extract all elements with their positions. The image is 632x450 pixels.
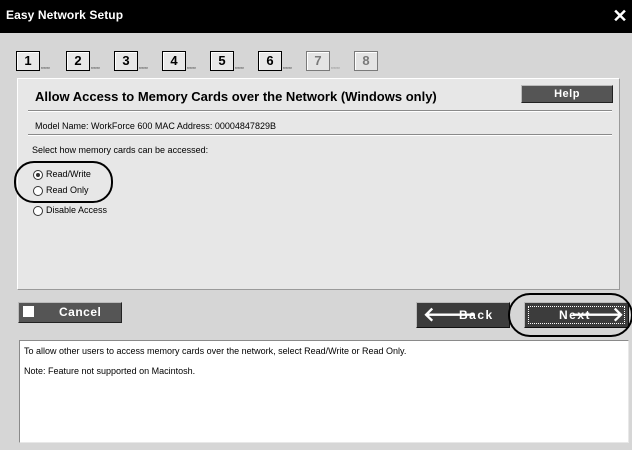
- divider: [28, 134, 612, 136]
- step-7: 7: [306, 51, 330, 71]
- step-3: 3: [114, 51, 138, 71]
- step-2: 2: [66, 51, 90, 71]
- divider: [28, 110, 612, 112]
- step-5: 5: [210, 51, 234, 71]
- cancel-button[interactable]: Cancel: [18, 302, 122, 323]
- setup-window: Easy Network Setup ✕ 1 ▫▫▫ 2 ▫▫▫ 3 ▫▫▫ 4…: [0, 0, 632, 450]
- step-4-dots: ▫▫▫: [187, 65, 196, 72]
- step-8: 8: [354, 51, 378, 71]
- radio-label: Disable Access: [46, 205, 108, 215]
- window-title: Easy Network Setup: [6, 8, 124, 22]
- cancel-checkbox-icon: [23, 306, 34, 317]
- note-text: Note: Feature not supported on Macintosh…: [24, 366, 196, 376]
- description-box: To allow other users to access memory ca…: [19, 340, 629, 443]
- title-bar: Easy Network Setup ✕: [0, 0, 632, 33]
- back-button[interactable]: 🡐 Back: [416, 302, 510, 328]
- highlight-oval-options: [14, 161, 113, 203]
- help-button[interactable]: Help: [521, 85, 613, 103]
- step-1-dots: ▫▫▫: [41, 65, 50, 72]
- description-text: To allow other users to access memory ca…: [24, 346, 407, 356]
- back-label: Back: [459, 308, 494, 322]
- step-3-dots: ▫▫▫: [139, 65, 148, 72]
- step-6-dots: ▫▫▫: [283, 65, 292, 72]
- step-6: 6: [258, 51, 282, 71]
- step-1: 1: [16, 51, 40, 71]
- step-7-dots: ▫▫▫: [331, 65, 340, 72]
- model-info: Model Name: WorkForce 600 MAC Address: 0…: [35, 121, 276, 131]
- step-4: 4: [162, 51, 186, 71]
- cancel-label: Cancel: [59, 305, 102, 319]
- step-5-dots: ▫▫▫: [235, 65, 244, 72]
- highlight-oval-next: [508, 293, 632, 337]
- close-icon[interactable]: ✕: [610, 5, 630, 27]
- radio-unselected-icon[interactable]: [33, 206, 43, 216]
- step-2-dots: ▫▫▫: [91, 65, 100, 72]
- instruction-text: Select how memory cards can be accessed:: [32, 145, 209, 155]
- page-title: Allow Access to Memory Cards over the Ne…: [35, 89, 437, 104]
